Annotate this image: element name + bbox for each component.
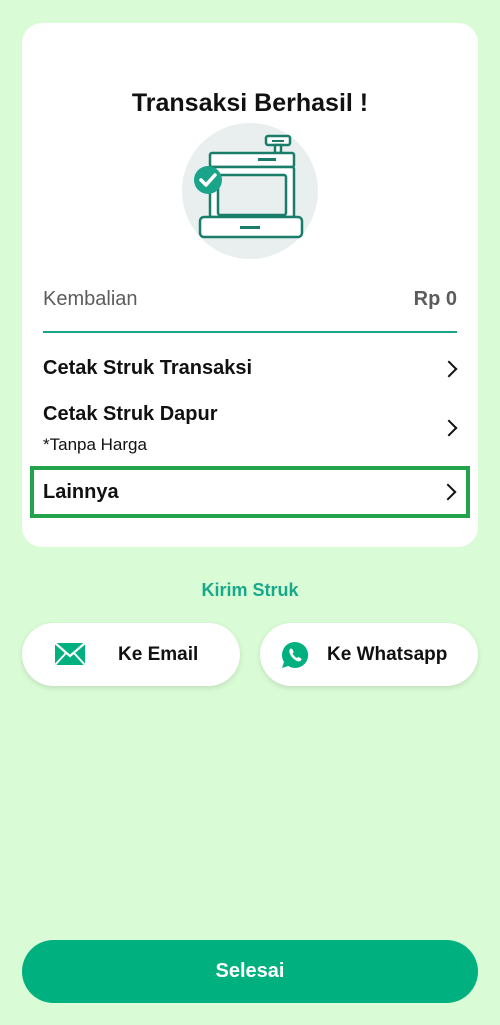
transaction-card: Transaksi Berhasil ! Kembalian Rp 0 Ceta… (22, 23, 478, 547)
chevron-right-icon (440, 360, 458, 378)
send-email-button[interactable]: Ke Email (22, 623, 240, 686)
whatsapp-icon (280, 640, 310, 675)
print-kitchen-receipt-item[interactable]: Cetak Struk Dapur *Tanpa Harga (43, 401, 458, 463)
done-button-label: Selesai (215, 960, 285, 982)
menu-item-label: Lainnya (43, 481, 119, 503)
change-row: Kembalian Rp 0 (43, 286, 457, 316)
other-options-item[interactable]: Lainnya (30, 466, 470, 518)
divider (43, 331, 457, 333)
menu-item-sublabel: *Tanpa Harga (43, 435, 147, 454)
send-receipt-title: Kirim Struk (201, 580, 299, 600)
change-value: Rp 0 (413, 288, 457, 310)
menu-item-label: Cetak Struk Transaksi (43, 357, 252, 379)
page-title: Transaksi Berhasil ! (131, 89, 369, 117)
send-whatsapp-button[interactable]: Ke Whatsapp (260, 623, 478, 686)
menu-item-label: Cetak Struk Dapur (43, 403, 218, 425)
send-email-label: Ke Email (118, 644, 199, 665)
send-whatsapp-label: Ke Whatsapp (327, 644, 448, 665)
email-icon (54, 640, 86, 673)
done-button[interactable]: Selesai (22, 940, 478, 1003)
change-label: Kembalian (43, 288, 138, 310)
chevron-right-icon (440, 419, 458, 437)
print-transaction-receipt-item[interactable]: Cetak Struk Transaksi (43, 353, 458, 393)
cash-register-success-icon (182, 123, 318, 259)
chevron-right-icon (439, 483, 457, 501)
